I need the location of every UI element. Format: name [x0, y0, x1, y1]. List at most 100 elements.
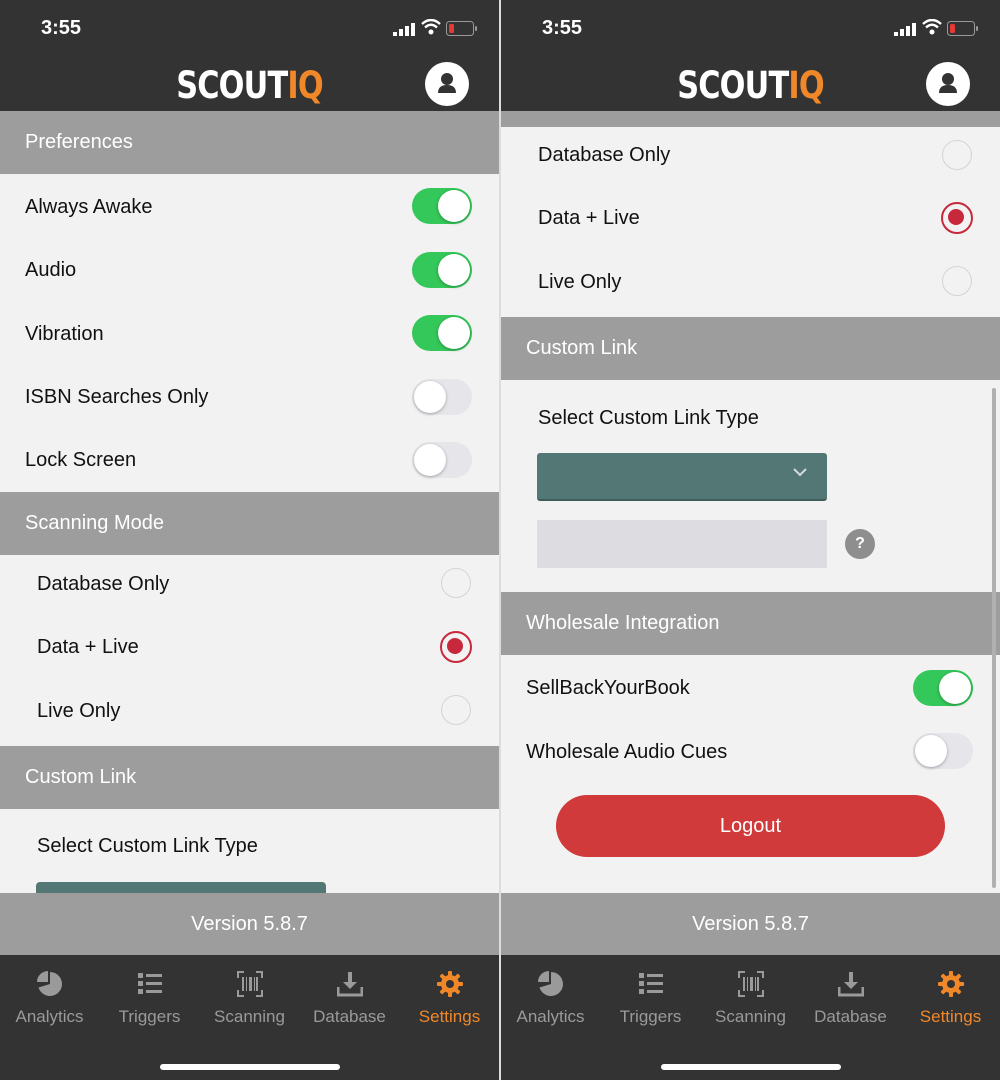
settings-scroll-area[interactable]: Preferences Always Awake Audio Vibration…: [0, 111, 499, 893]
always-awake-toggle[interactable]: [412, 188, 472, 224]
toggle-knob: [939, 672, 971, 704]
logo-text-main: SCOUT: [176, 64, 288, 107]
tab-label: Triggers: [619, 1007, 682, 1026]
vibration-toggle[interactable]: [412, 315, 472, 351]
tab-triggers[interactable]: Triggers: [601, 955, 700, 1045]
help-icon[interactable]: ?: [845, 529, 875, 559]
audio-toggle[interactable]: [412, 252, 472, 288]
phone-screen-left: 3:55 SCOUTIQ Preferences Always Awake Au…: [0, 0, 499, 1080]
tab-bar: Analytics Triggers Scanning Database Set…: [0, 955, 499, 1080]
toggle-knob: [414, 444, 446, 476]
wholesale-audio-cues-label: Wholesale Audio Cues: [526, 741, 728, 763]
logo-text-accent: IQ: [788, 64, 824, 107]
user-icon: [438, 73, 456, 93]
tab-scanning[interactable]: Scanning: [200, 955, 299, 1045]
user-icon: [939, 73, 957, 93]
signal-icon: [894, 23, 916, 36]
live-only-radio[interactable]: [441, 695, 471, 725]
data-live-label: Data + Live: [538, 207, 640, 229]
always-awake-label: Always Awake: [25, 196, 153, 218]
chevron-down-icon: [793, 468, 807, 477]
tab-label: Database: [814, 1007, 887, 1026]
pie-chart-icon: [37, 971, 62, 996]
tab-label: Scanning: [214, 1007, 285, 1026]
barcode-icon: [738, 971, 764, 997]
isbn-searches-only-label: ISBN Searches Only: [25, 386, 209, 408]
settings-scroll-area[interactable]: Database Only Data + Live Live Only Cust…: [501, 111, 1000, 893]
tab-label: Scanning: [715, 1007, 786, 1026]
database-only-radio[interactable]: [942, 140, 972, 170]
pie-chart-icon: [538, 971, 563, 996]
radio-selected-dot: [948, 209, 964, 225]
wifi-icon: [922, 19, 942, 35]
app-header: 3:55 SCOUTIQ: [501, 0, 1000, 111]
list-icon: [639, 973, 663, 994]
section-header-wholesale-integration: Wholesale Integration: [501, 592, 1000, 655]
custom-link-type-select[interactable]: [537, 453, 827, 501]
tab-triggers[interactable]: Triggers: [100, 955, 199, 1045]
tab-label: Settings: [919, 1007, 982, 1026]
tab-label: Analytics: [516, 1007, 585, 1026]
sellbackyourbook-toggle[interactable]: [913, 670, 973, 706]
tab-analytics[interactable]: Analytics: [0, 955, 99, 1045]
custom-link-text-field[interactable]: [537, 520, 827, 568]
tab-label: Triggers: [118, 1007, 181, 1026]
toggle-knob: [438, 190, 470, 222]
tab-database[interactable]: Database: [801, 955, 900, 1045]
barcode-icon: [237, 971, 263, 997]
database-only-label: Database Only: [37, 573, 170, 595]
live-only-label: Live Only: [37, 700, 121, 722]
download-icon: [337, 972, 363, 997]
profile-button[interactable]: [425, 62, 469, 106]
wholesale-audio-cues-toggle[interactable]: [913, 733, 973, 769]
section-header-scanning-mode: Scanning Mode: [0, 492, 499, 555]
tab-analytics[interactable]: Analytics: [501, 955, 600, 1045]
tab-label: Settings: [418, 1007, 481, 1026]
status-time: 3:55: [542, 17, 583, 39]
data-live-radio[interactable]: [941, 202, 973, 234]
live-only-radio[interactable]: [942, 266, 972, 296]
live-only-label: Live Only: [538, 271, 622, 293]
tab-label: Analytics: [15, 1007, 84, 1026]
download-icon: [838, 972, 864, 997]
toggle-knob: [915, 735, 947, 767]
wifi-icon: [421, 19, 441, 35]
lock-screen-label: Lock Screen: [25, 449, 137, 471]
database-only-radio[interactable]: [441, 568, 471, 598]
section-header-scanning-mode-partial: [501, 111, 1000, 127]
sellbackyourbook-label: SellBackYourBook: [526, 677, 690, 699]
custom-link-type-select[interactable]: [36, 882, 326, 893]
battery-low-icon: [446, 21, 477, 36]
logo-text-accent: IQ: [287, 64, 323, 107]
section-header-custom-link: Custom Link: [501, 317, 1000, 380]
tab-settings[interactable]: Settings: [901, 955, 1000, 1045]
signal-icon: [393, 23, 415, 36]
tab-database[interactable]: Database: [300, 955, 399, 1045]
status-time: 3:55: [41, 17, 82, 39]
lock-screen-toggle[interactable]: [412, 442, 472, 478]
audio-label: Audio: [25, 259, 77, 281]
scrollbar[interactable]: [992, 388, 996, 888]
isbn-searches-only-toggle[interactable]: [412, 379, 472, 415]
battery-low-icon: [947, 21, 978, 36]
tab-settings[interactable]: Settings: [400, 955, 499, 1045]
logout-button[interactable]: Logout: [556, 795, 945, 857]
app-header: 3:55 SCOUTIQ: [0, 0, 499, 111]
toggle-knob: [438, 254, 470, 286]
version-label: Version 5.8.7: [0, 893, 499, 955]
tab-bar: Analytics Triggers Scanning Database Set…: [501, 955, 1000, 1080]
vibration-label: Vibration: [25, 323, 104, 345]
app-logo: SCOUTIQ: [546, 64, 955, 107]
tab-scanning[interactable]: Scanning: [701, 955, 800, 1045]
select-custom-link-type-label: Select Custom Link Type: [37, 835, 258, 857]
data-live-label: Data + Live: [37, 636, 139, 658]
logo-text-main: SCOUT: [677, 64, 789, 107]
select-custom-link-type-label: Select Custom Link Type: [538, 407, 759, 429]
data-live-radio[interactable]: [440, 631, 472, 663]
toggle-knob: [438, 317, 470, 349]
section-header-custom-link: Custom Link: [0, 746, 499, 809]
radio-selected-dot: [447, 638, 463, 654]
home-indicator: [160, 1064, 340, 1070]
profile-button[interactable]: [926, 62, 970, 106]
database-only-label: Database Only: [538, 144, 671, 166]
